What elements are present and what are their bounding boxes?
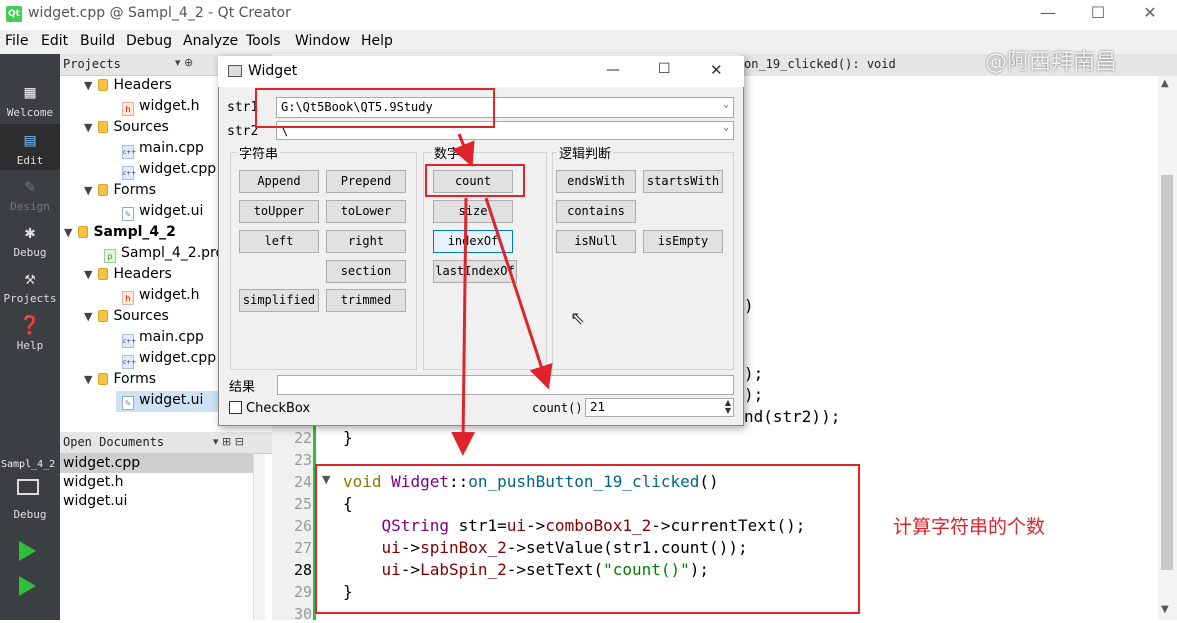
annotation-arrows — [451, 133, 553, 456]
arrow-str1-to-count — [452, 133, 475, 168]
arrow-count-to-spinbox — [484, 197, 553, 390]
arrow-count-to-code — [451, 197, 476, 456]
